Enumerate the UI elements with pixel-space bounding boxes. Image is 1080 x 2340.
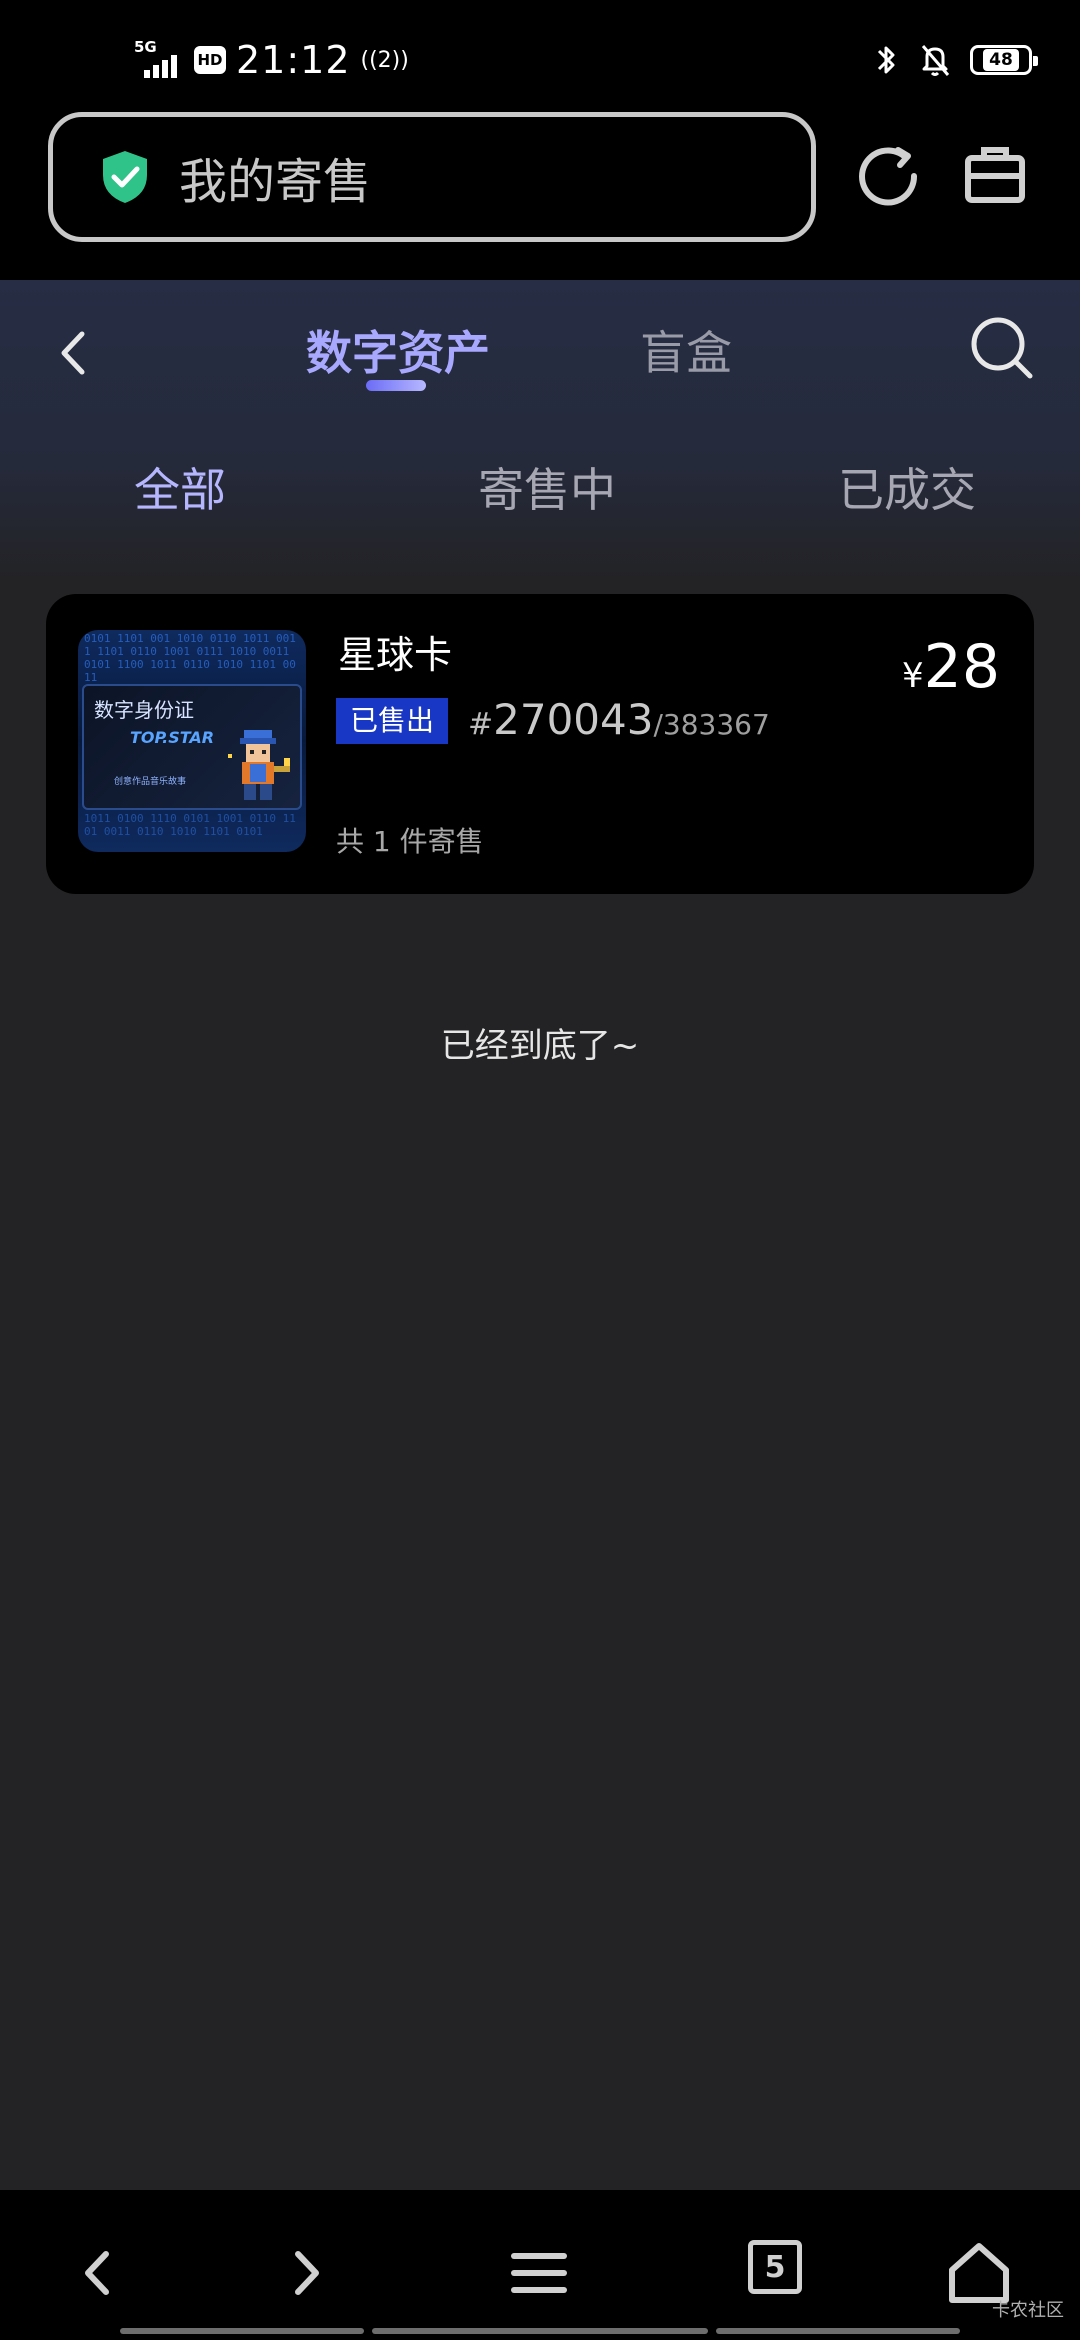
cellular-signal-icon: 5G — [134, 40, 184, 80]
tab-blind-box[interactable]: 盲盒 — [640, 320, 732, 386]
price: ¥28 — [902, 632, 1000, 717]
status-left: 5G HD 21:12 ((2)) — [134, 30, 409, 90]
pixel-character-icon — [228, 730, 290, 800]
toolbox-icon[interactable] — [960, 140, 1030, 210]
clock: 21:12 — [236, 38, 351, 82]
search-icon[interactable] — [968, 314, 1034, 384]
filter-tab-all[interactable]: 全部 — [134, 458, 226, 522]
gesture-bar-left — [120, 2328, 364, 2334]
address-bar[interactable]: 我的寄售 — [48, 112, 816, 242]
item-name: 星球卡 — [338, 633, 453, 677]
serial-number: #270043/383367 — [468, 692, 770, 757]
thumbnail-title: 数字身份证 — [94, 698, 194, 722]
end-of-list-text: 已经到底了~ — [440, 1026, 640, 1066]
thumbnail-caption: 创意作品音乐故事 — [114, 777, 187, 787]
mute-bell-icon — [921, 45, 950, 76]
battery-level: 48 — [983, 49, 1019, 71]
active-tab-indicator — [366, 380, 426, 391]
back-arrow-icon[interactable] — [50, 320, 96, 386]
item-thumbnail: 0101 1101 001 1010 0110 1011 0011 1101 0… — [78, 630, 306, 852]
tabs-count-button[interactable]: 5 — [748, 2240, 802, 2294]
address-text: 我的寄售 — [179, 154, 372, 210]
thumbnail-code-pattern-bottom: 1011 0100 1110 0101 1001 0110 1101 0011 … — [84, 812, 296, 838]
watermark: 卡农社区 — [992, 2300, 1064, 2321]
status-bar: 5G HD 21:12 ((2)) 48 — [0, 0, 1080, 110]
listing-count: 共 1 件寄售 — [336, 825, 484, 858]
serial-prefix: # — [468, 707, 494, 742]
filter-tab-completed[interactable]: 已成交 — [838, 458, 976, 522]
bluetooth-icon — [877, 46, 895, 74]
hotspot-icon: ((2)) — [360, 47, 409, 73]
filter-tab-selling[interactable]: 寄售中 — [478, 458, 616, 522]
status-right: 48 — [872, 38, 1038, 82]
browser-bottom-bar: 5 — [0, 2190, 1080, 2340]
hd-icon: HD — [194, 46, 226, 74]
menu-icon[interactable] — [504, 2238, 574, 2308]
gesture-bar-right — [716, 2328, 960, 2334]
thumbnail-brand: TOP.STAR — [130, 728, 215, 747]
battery-icon: 48 — [970, 45, 1038, 75]
browser-forward-icon[interactable] — [270, 2238, 340, 2308]
serial-value: 270043 — [493, 695, 654, 744]
gesture-bar-center — [372, 2328, 708, 2334]
currency-symbol: ¥ — [902, 656, 924, 696]
tab-digital-assets[interactable]: 数字资产 — [306, 320, 490, 386]
shield-check-icon — [103, 151, 147, 203]
serial-total: /383367 — [653, 708, 770, 741]
app-screen: 5G HD 21:12 ((2)) 48 我的寄售 数字资产 盲盒 全部 寄售中… — [0, 0, 1080, 2340]
price-amount: 28 — [923, 632, 1000, 702]
thumbnail-card-art: 数字身份证 TOP.STAR 创意作品音乐故事 — [82, 684, 302, 810]
listing-card[interactable]: 0101 1101 001 1010 0110 1011 0011 1101 0… — [46, 594, 1034, 894]
browser-back-icon[interactable] — [64, 2238, 134, 2308]
refresh-icon[interactable] — [854, 140, 924, 210]
page-header: 数字资产 盲盒 全部 寄售中 已成交 — [0, 280, 1080, 580]
status-badge: 已售出 — [336, 698, 448, 744]
network-type: 5G — [134, 38, 157, 56]
browser-toolbar: 我的寄售 — [0, 110, 1080, 280]
thumbnail-code-pattern: 0101 1101 001 1010 0110 1011 0011 1101 0… — [84, 632, 296, 684]
